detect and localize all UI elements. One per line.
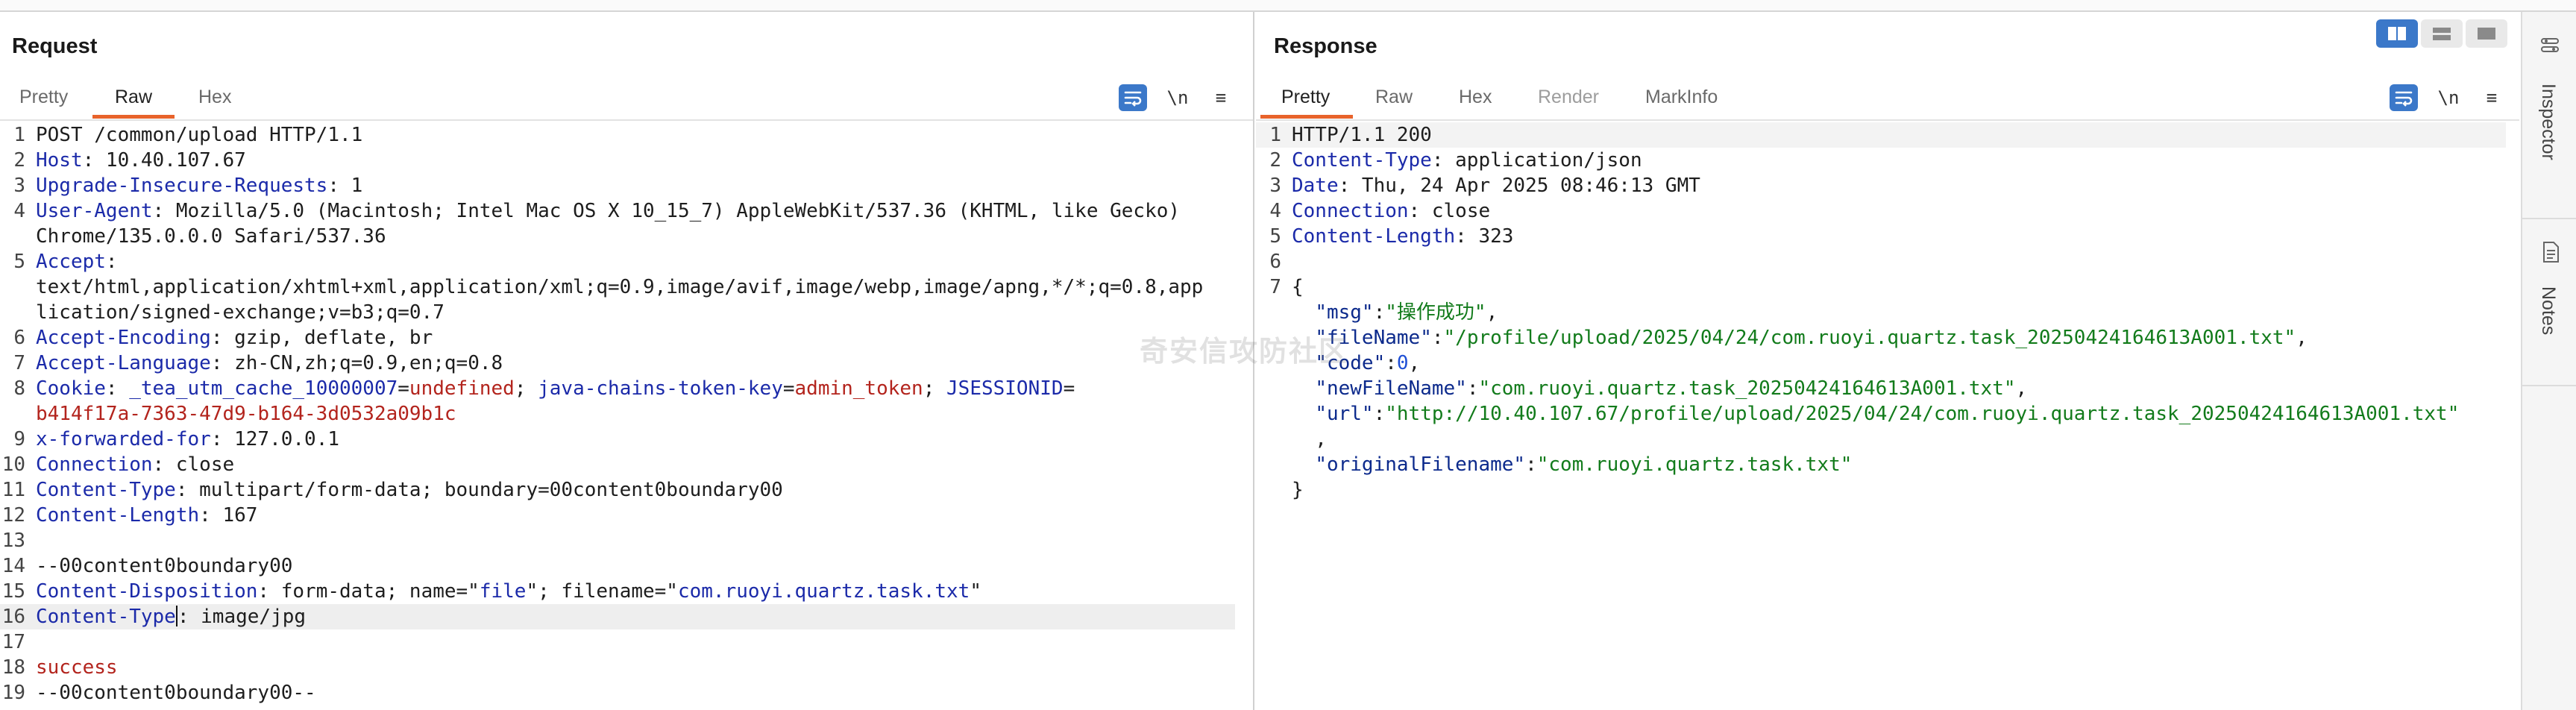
response-tab-pretty[interactable]: Pretty	[1281, 87, 1330, 108]
request-active-tab-underline	[92, 115, 175, 119]
json-field-filename: "fileName":"/profile/upload/2025/04/24/c…	[1315, 327, 2308, 349]
request-tabs: Pretty Raw Hex \n ≡	[0, 73, 1253, 121]
request-tab-pretty[interactable]: Pretty	[19, 87, 68, 108]
request-title: Request	[12, 34, 98, 58]
layout-side-by-side-icon[interactable]	[2376, 19, 2418, 48]
request-line: 12 Content-Length: 167	[1, 504, 258, 527]
request-line: 9 x-forwarded-for: 127.0.0.1	[13, 428, 340, 450]
request-line-continuation: Chrome/135.0.0.0 Safari/537.36	[36, 225, 386, 248]
response-tab-hex[interactable]: Hex	[1459, 87, 1492, 108]
request-line-current: 16 Content-Type: image/jpg	[0, 604, 1235, 629]
request-line: 8 Cookie: _tea_utm_cache_10000007=undefin…	[13, 377, 1075, 400]
request-line: 17	[1, 631, 25, 653]
response-line: 7{	[1269, 276, 1304, 298]
json-field-url: "url":"http://10.40.107.67/profile/uploa…	[1315, 403, 2460, 425]
response-line: 3 Date: Thu, 24 Apr 2025 08:46:13 GMT	[1269, 175, 1700, 197]
inspector-label: Inspector	[2538, 84, 2559, 160]
response-line: 4 Connection: close	[1269, 200, 1491, 222]
request-line: 11 Content-Type: multipart/form-data; bou…	[1, 479, 783, 501]
json-field-code: "code":0,	[1315, 352, 1421, 374]
request-wrap-lines-icon[interactable]	[1119, 84, 1147, 111]
request-tab-raw[interactable]: Raw	[115, 87, 152, 108]
layout-toggle-group	[2376, 19, 2507, 48]
layout-tabbed-icon[interactable]	[2466, 19, 2507, 48]
layout-stacked-icon[interactable]	[2421, 19, 2463, 48]
request-pane: Request Pretty Raw Hex \n ≡ 1 POST /commo…	[0, 12, 1254, 710]
request-line: 4 User-Agent: Mozilla/5.0 (Macintosh; Int…	[13, 200, 1181, 222]
watermark: 奇安信攻防社区	[1140, 335, 1349, 368]
inspector-icon	[2541, 38, 2559, 52]
request-line: 7 Accept-Language: zh-CN,zh;q=0.9,en;q=0.…	[13, 352, 503, 374]
response-tab-markinfo[interactable]: MarkInfo	[1645, 87, 1718, 108]
response-wrap-lines-icon[interactable]	[2390, 84, 2418, 111]
request-line: 14 --00content0boundary00	[1, 555, 293, 577]
response-tabs: Pretty Raw Hex Render MarkInfo \n ≡	[1256, 73, 2519, 121]
request-line: 3 Upgrade-Insecure-Requests: 1	[13, 175, 363, 197]
response-viewer[interactable]: 1 HTTP/1.1 200 2 Content-Type: application…	[1256, 122, 2519, 503]
response-pane: Response Pretty Raw Hex Render MarkInfo …	[1256, 12, 2519, 710]
request-menu-icon[interactable]: ≡	[1207, 84, 1235, 111]
json-field-url-comma: ,	[1292, 428, 1327, 450]
text-cursor	[175, 606, 178, 626]
request-line: 2 Host: 10.40.107.67	[13, 149, 246, 172]
json-field-originalfilename: "originalFilename":"com.ruoyi.quartz.tas…	[1315, 453, 1853, 476]
window-top-strip	[0, 0, 2576, 12]
json-field-newfilename: "newFileName":"com.ruoyi.quartz.task_202…	[1315, 377, 2028, 400]
request-line: 15 Content-Disposition: form-data; name="…	[1, 580, 981, 603]
request-newline-toggle-icon[interactable]: \n	[1163, 84, 1192, 111]
request-line-continuation: lication/signed-exchange;v=b3;q=0.7	[36, 301, 444, 324]
response-newline-toggle-icon[interactable]: \n	[2434, 84, 2463, 111]
request-line: 5 Accept:	[13, 251, 118, 273]
request-tab-hex[interactable]: Hex	[198, 87, 231, 108]
request-line: 19 --00content0boundary00--	[1, 682, 316, 704]
response-title: Response	[1274, 34, 1377, 58]
json-field-msg: "msg":"操作成功",	[1315, 301, 1498, 324]
response-tab-raw[interactable]: Raw	[1375, 87, 1413, 108]
inspector-tab[interactable]: Inspector	[2522, 12, 2576, 218]
notes-icon	[2543, 242, 2559, 263]
notes-label: Notes	[2538, 286, 2559, 336]
request-line: 10 Connection: close	[1, 453, 235, 476]
notes-tab[interactable]: Notes	[2522, 219, 2576, 383]
right-sidebar: Inspector Notes	[2521, 12, 2576, 710]
response-menu-icon[interactable]: ≡	[2478, 84, 2506, 111]
json-close-brace: }	[1292, 479, 1304, 501]
response-line: 2 Content-Type: application/json	[1269, 149, 1642, 172]
sidebar-divider	[2522, 385, 2576, 386]
request-line: 1 POST /common/upload HTTP/1.1	[13, 124, 363, 146]
request-editor[interactable]: 1 POST /common/upload HTTP/1.1 2 Host: 10.…	[0, 122, 1253, 706]
request-line: 6 Accept-Encoding: gzip, deflate, br	[13, 327, 433, 349]
response-tab-render[interactable]: Render	[1538, 87, 1599, 108]
request-line: 18 success	[1, 656, 118, 679]
request-line: 13	[1, 530, 25, 552]
response-line: 1 HTTP/1.1 200	[1256, 122, 2506, 148]
request-line-continuation: b414f17a-7363-47d9-b164-3d0532a09b1c	[36, 403, 456, 425]
response-active-tab-underline	[1260, 115, 1353, 119]
response-line: 5 Content-Length: 323	[1269, 225, 1514, 248]
request-line-continuation: text/html,application/xhtml+xml,applicat…	[36, 276, 1204, 298]
response-line: 6	[1269, 251, 1281, 273]
